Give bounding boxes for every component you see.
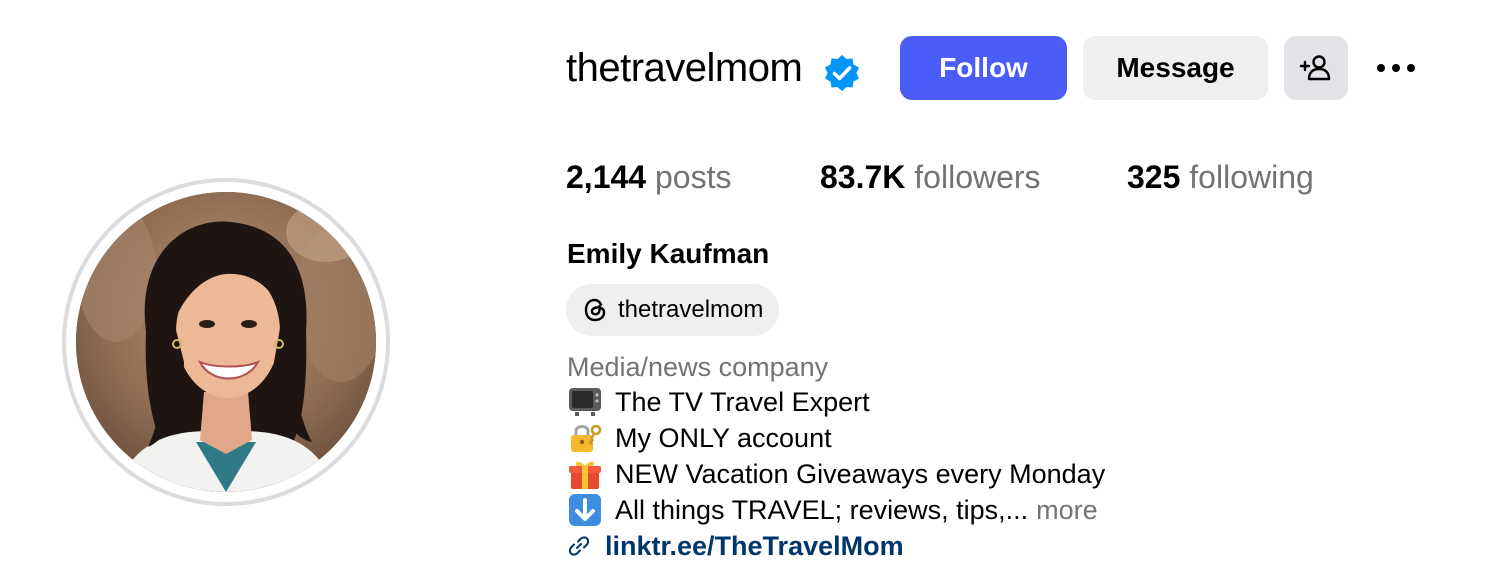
dot [1392,64,1400,72]
bio-external-link[interactable]: linktr.ee/TheTravelMom [567,529,904,563]
following-value: 325 [1127,159,1181,195]
threads-icon [584,298,606,322]
bio-text: The TV Travel Expert [615,387,870,417]
followers-link[interactable]: 83.7K followers [820,157,1041,197]
link-text: linktr.ee/TheTravelMom [605,531,904,561]
followers-value: 83.7K [820,159,906,195]
television-icon [567,385,603,419]
message-button[interactable]: Message [1083,36,1268,100]
threads-profile-link[interactable]: thetravelmom [566,284,780,336]
dot [1407,64,1415,72]
bio-line: All things TRAVEL; reviews, tips,... mor… [567,493,1098,527]
dot [1377,64,1385,72]
following-link[interactable]: 325 following [1127,157,1314,197]
bio-line: NEW Vacation Giveaways every Monday [567,457,1105,491]
posts-count: 2,144 posts [566,157,731,197]
verified-badge-icon [825,55,859,91]
bio-line: My ONLY account [567,421,832,455]
profile-username: thetravelmom [566,46,803,90]
profile-full-name: Emily Kaufman [567,238,770,269]
avatar-photo [76,192,376,492]
person-add-icon [1299,55,1331,81]
posts-value: 2,144 [566,159,647,195]
bio-text: NEW Vacation Giveaways every Monday [615,459,1106,489]
followers-label: followers [914,159,1041,195]
bio-more-link[interactable]: more [1036,493,1098,527]
following-label: following [1189,159,1314,195]
bio-text: My ONLY account [615,423,832,453]
profile-avatar-ring[interactable] [62,178,390,506]
profile-page: thetravelmom Follow Message 2,144 posts … [0,0,1508,586]
avatar[interactable] [76,192,376,492]
suggest-users-button[interactable] [1284,36,1348,100]
threads-handle: thetravelmom [618,296,764,323]
down-arrow-icon [567,493,603,527]
bio-line: The TV Travel Expert [567,385,870,419]
posts-label: posts [654,159,732,195]
more-options-icon[interactable] [1370,52,1422,84]
category-label: Media/news company [567,352,829,382]
follow-button[interactable]: Follow [900,36,1067,100]
link-icon [568,536,590,556]
locked-with-key-icon [567,421,603,455]
bio-text: All things TRAVEL; reviews, tips,... [615,495,1029,525]
wrapped-gift-icon [567,457,603,491]
